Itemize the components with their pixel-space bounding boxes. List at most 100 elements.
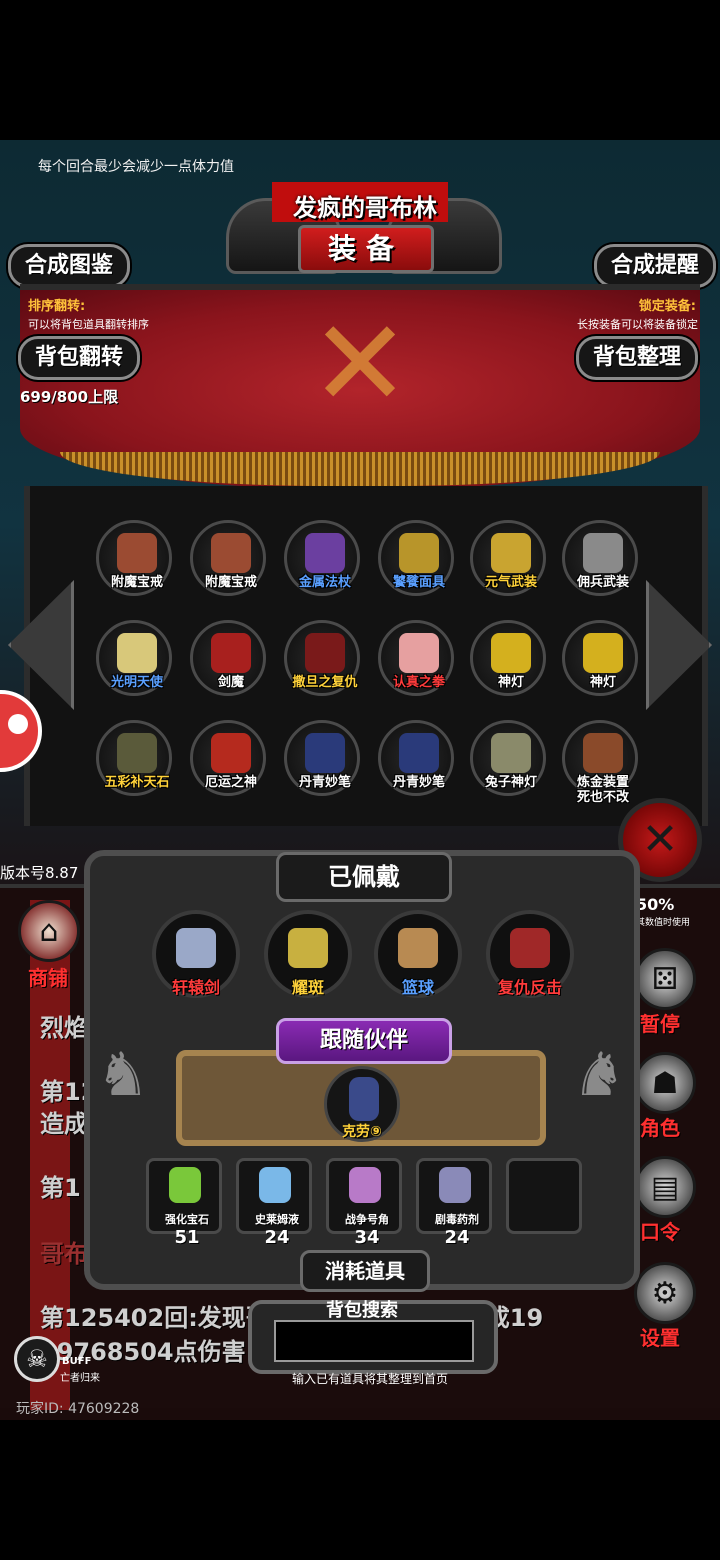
worn-item-label: 耀斑 [291, 978, 324, 997]
worn-slot[interactable]: 轩辕剑 [152, 910, 240, 998]
inventory-slot[interactable]: 佣兵武装 [562, 520, 638, 596]
shop-icon: ⌂ [39, 914, 59, 949]
inventory-item-label: 五彩补天石 [104, 775, 170, 790]
ring-icon [211, 533, 251, 573]
angel-icon [117, 633, 157, 673]
inventory-slot[interactable]: 认真之拳 [378, 620, 454, 696]
hood-icon: ☗ [651, 1066, 679, 1101]
settings-button[interactable]: ⚙ [634, 1262, 696, 1324]
consumable-count: 51 [174, 1227, 200, 1248]
inventory-item-label: 佣兵武装 [576, 575, 629, 590]
companion-name: 克劳⑨ [342, 1124, 382, 1140]
potion-icon [259, 1167, 291, 1203]
poison-icon [439, 1167, 471, 1203]
inventory-slot[interactable]: 丹青妙笔 [378, 720, 454, 796]
consumable-label: 战争号角 [345, 1213, 389, 1226]
inventory-item-label: 认真之拳 [392, 675, 445, 690]
search-title: 背包搜索 [326, 1300, 398, 1321]
inventory-item-label: 附魔宝戒 [110, 575, 163, 590]
inventory-slot[interactable]: 炼金装置 死也不改 [562, 720, 638, 805]
inventory-slot[interactable]: 附魔宝戒 [96, 520, 172, 596]
equipment-tab[interactable]: 装备 [298, 225, 434, 273]
lamp-icon [583, 633, 623, 673]
inventory-slot[interactable]: 金属法杖 [284, 520, 360, 596]
inventory-slot[interactable]: 撒旦之复仇 [284, 620, 360, 696]
inventory-slot[interactable]: 剑魔 [190, 620, 266, 696]
bag-sort-button[interactable]: 背包整理 [576, 336, 699, 380]
code-button[interactable]: ▤ [634, 1156, 696, 1218]
worn-item-label: 轩辕剑 [171, 978, 220, 997]
user-icon [8, 714, 28, 734]
synth-guide-button[interactable]: 合成图鉴 [8, 244, 131, 288]
pause-button[interactable]: ⚄ [634, 948, 696, 1010]
search-hint: 输入已有道具将其整理到首页 [291, 1372, 448, 1386]
revenge-icon [510, 928, 550, 968]
consumable-slot[interactable]: 强化宝石 51 [146, 1158, 222, 1248]
bag-flip-button[interactable]: 背包翻转 [18, 336, 141, 380]
code-label: 口令 [640, 1220, 680, 1244]
inventory-slot[interactable]: 元气武装 [470, 520, 546, 596]
alchemy-icon [583, 733, 623, 773]
consumable-slot[interactable]: 史莱姆液 24 [236, 1158, 312, 1248]
consumable-slot[interactable]: 剧毒药剂 24 [416, 1158, 492, 1248]
consumable-label: 剧毒药剂 [435, 1213, 479, 1226]
inventory-item-label: 厄运之神 [204, 775, 257, 790]
consumable-label: 史莱姆液 [255, 1213, 299, 1226]
sort-flip-label: 排序翻转: [28, 299, 86, 314]
inventory-slot[interactable]: 光明天使 [96, 620, 172, 696]
worn-slot[interactable]: 篮球 [374, 910, 462, 998]
inventory-slot[interactable]: 神灯 [562, 620, 638, 696]
consumable-count: 34 [354, 1227, 380, 1248]
companion-title: 跟随伙伴 [276, 1018, 452, 1064]
worn-item-label: 复仇反击 [497, 978, 562, 997]
inventory-item-label: 丹青妙笔 [298, 775, 351, 790]
basketball-icon [398, 928, 438, 968]
consumable-slot-empty[interactable] [506, 1158, 582, 1234]
inventory-item-label: 神灯 [589, 675, 616, 690]
consumable-slot[interactable]: 战争号角 34 [326, 1158, 402, 1248]
inventory-slot[interactable]: 神灯 [470, 620, 546, 696]
worn-slot[interactable]: 耀斑 [264, 910, 352, 998]
log-line-4: 哥布 [40, 1240, 88, 1268]
inventory-item-label: 剑魔 [217, 675, 244, 690]
inventory-slot[interactable]: 丹青妙笔 [284, 720, 360, 796]
consumables-title: 消耗道具 [300, 1250, 430, 1292]
doom-icon [211, 733, 251, 773]
percent-value: 50% [636, 895, 675, 914]
inventory-slot[interactable]: 附魔宝戒 [190, 520, 266, 596]
lock-desc: 长按装备可以将装备锁定 [577, 318, 698, 331]
brush-icon [305, 733, 345, 773]
skull-icon[interactable]: ☠ [14, 1336, 60, 1382]
inventory-item-label: 元气武装 [484, 575, 537, 590]
shop-button[interactable]: ⌂ [18, 900, 80, 962]
consumable-count: 24 [264, 1227, 290, 1248]
companion-slot[interactable]: 克劳⑨ [324, 1066, 400, 1142]
bag-capacity: 699/800上限 [20, 388, 119, 406]
book-icon: ▤ [650, 1170, 680, 1205]
left-dragon-icon: ♞ [96, 1040, 150, 1110]
inventory-item-label: 炼金装置 死也不改 [576, 775, 629, 805]
consumable-count: 24 [444, 1227, 470, 1248]
armor-icon [491, 533, 531, 573]
worn-slot[interactable]: 复仇反击 [486, 910, 574, 998]
tip-text: 每个回合最少会减少一点体力值 [38, 159, 234, 175]
version-label: 版本号8.87 [0, 864, 79, 882]
flare-icon [288, 928, 328, 968]
gem-icon [169, 1167, 201, 1203]
inventory-slot[interactable]: 兔子神灯 [470, 720, 546, 796]
inventory-slot[interactable]: 五彩补天石 [96, 720, 172, 796]
log-line-2b: 造成 [40, 1110, 88, 1138]
search-input[interactable] [274, 1320, 474, 1362]
settings-label: 设置 [640, 1326, 680, 1350]
synth-remind-button[interactable]: 合成提醒 [594, 244, 717, 288]
inventory-item-label: 金属法杖 [298, 575, 351, 590]
inventory-slot[interactable]: 厄运之神 [190, 720, 266, 796]
buff-title: BUFF [62, 1356, 92, 1367]
inventory-item-label: 兔子神灯 [484, 775, 537, 790]
pause-label: 暂停 [640, 1012, 680, 1036]
inventory-slot[interactable]: 饕餮面具 [378, 520, 454, 596]
consumable-label: 强化宝石 [165, 1213, 209, 1226]
inventory-item-label: 神灯 [497, 675, 524, 690]
role-button[interactable]: ☗ [634, 1052, 696, 1114]
inventory-item-label: 饕餮面具 [392, 575, 445, 590]
